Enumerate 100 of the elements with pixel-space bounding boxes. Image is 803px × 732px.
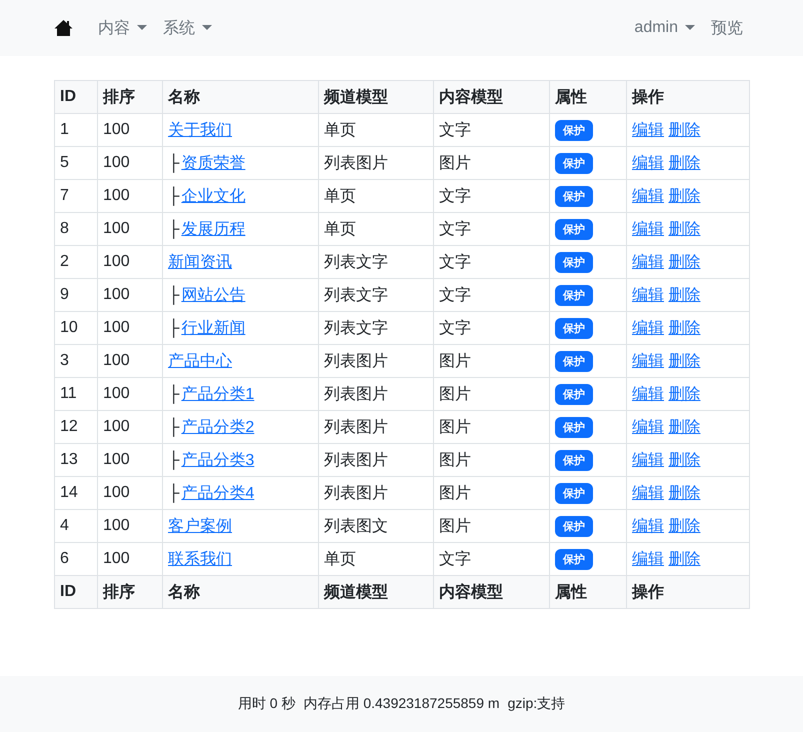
content-model-cell: 文字 [434,278,550,312]
channel-model-cell: 列表图片 [318,344,434,378]
channel-link[interactable]: 行业新闻 [181,320,246,336]
sort-cell: 100 [98,180,162,212]
column-header: 排序 [98,576,162,608]
content-model-cell: 文字 [434,180,550,212]
tree-branch-mark: ├ [168,220,180,238]
channel-link[interactable]: 产品分类1 [181,386,254,402]
edit-link[interactable]: 编辑 [632,550,664,568]
channel-link[interactable]: 产品分类3 [181,452,254,468]
dropdown-menu[interactable]: 系统 [163,18,228,38]
tree-branch-mark: ├ [168,188,180,204]
channel-model-cell: 列表图片 [318,476,434,510]
sort-cell: 100 [98,444,162,476]
nav-link[interactable]: 预览 [711,18,751,38]
tree-branch-mark: ├ [168,452,180,468]
status-text: 用时 0 秒 [238,695,296,713]
tree-branch-mark: ├ [168,484,180,502]
delete-link[interactable]: 删除 [668,220,700,238]
edit-link[interactable]: 编辑 [632,254,664,270]
id-cell: 2 [54,246,98,278]
channel-link[interactable]: 网站公告 [181,286,246,304]
id-cell: 11 [54,378,98,410]
protected-badge: 保护 [555,516,593,536]
delete-link[interactable]: 删除 [668,452,700,468]
dropdown-menu[interactable]: admin [634,18,711,38]
protected-badge: 保护 [555,416,593,438]
channel-link[interactable]: 产品分类2 [181,418,254,436]
edit-link[interactable]: 编辑 [632,452,664,468]
protected-badge: 保护 [555,284,593,306]
sort-cell: 100 [98,146,162,180]
column-header: 内容模型 [434,80,550,114]
protected-badge: 保护 [555,252,593,272]
channel-model-cell: 单页 [318,212,434,246]
delete-link[interactable]: 删除 [668,418,700,436]
edit-link[interactable]: 编辑 [632,154,664,172]
content-model-cell: 图片 [434,344,550,378]
channel-model-cell: 单页 [318,114,434,146]
content-model-cell: 图片 [434,410,550,444]
delete-link[interactable]: 删除 [668,286,700,304]
protected-badge: 保护 [555,218,593,240]
delete-link[interactable]: 删除 [668,188,700,204]
channel-link[interactable]: 资质荣誉 [181,154,246,172]
edit-link[interactable]: 编辑 [632,518,664,534]
protected-badge: 保护 [555,548,593,570]
delete-link[interactable]: 删除 [668,122,700,138]
column-header: 频道模型 [318,576,434,608]
edit-link[interactable]: 编辑 [632,418,664,436]
id-cell: 4 [54,510,98,542]
content-model-cell: 图片 [434,378,550,410]
tree-branch-mark: ├ [168,386,180,402]
edit-link[interactable]: 编辑 [632,484,664,502]
sort-cell: 100 [98,114,162,146]
column-header: 名称 [162,80,318,114]
edit-link[interactable]: 编辑 [632,220,664,238]
id-cell: 3 [54,344,98,378]
edit-link[interactable]: 编辑 [632,188,664,204]
id-cell: 12 [54,410,98,444]
tree-branch-mark: ├ [168,418,180,436]
protected-badge: 保护 [555,350,593,372]
delete-link[interactable]: 删除 [668,352,700,370]
sort-cell: 100 [98,378,162,410]
edit-link[interactable]: 编辑 [632,122,664,138]
channel-model-cell: 列表图片 [318,410,434,444]
content-model-cell: 文字 [434,312,550,344]
protected-badge: 保护 [555,152,593,174]
protected-badge: 保护 [555,318,593,338]
edit-link[interactable]: 编辑 [632,320,664,336]
home-icon[interactable] [54,19,73,37]
sort-cell: 100 [98,476,162,510]
content-model-cell: 图片 [434,476,550,510]
channel-link[interactable]: 产品分类4 [181,484,254,502]
delete-link[interactable]: 删除 [668,550,700,568]
channel-link[interactable]: 发展历程 [181,220,246,238]
protected-badge: 保护 [555,482,593,504]
channel-model-cell: 列表图片 [318,146,434,180]
column-header: 内容模型 [434,576,550,608]
delete-link[interactable]: 删除 [668,154,700,172]
channel-model-cell: 列表文字 [318,246,434,278]
column-header: 频道模型 [318,80,434,114]
channel-model-cell: 列表图片 [318,444,434,476]
channel-model-cell: 列表文字 [318,312,434,344]
channel-model-cell: 单页 [318,180,434,212]
content-model-cell: 图片 [434,444,550,476]
dropdown-menu[interactable]: 内容 [98,18,163,38]
delete-link[interactable]: 删除 [668,518,700,534]
channel-link[interactable]: 企业文化 [181,188,246,204]
edit-link[interactable]: 编辑 [632,352,664,370]
sort-cell: 100 [98,212,162,246]
id-cell: 5 [54,146,98,180]
tree-branch-mark: ├ [168,286,180,304]
edit-link[interactable]: 编辑 [632,286,664,304]
channel-model-cell: 列表图片 [318,378,434,410]
sort-cell: 100 [98,410,162,444]
edit-link[interactable]: 编辑 [632,386,664,402]
delete-link[interactable]: 删除 [668,484,700,502]
delete-link[interactable]: 删除 [668,320,700,336]
protected-badge: 保护 [555,384,593,404]
delete-link[interactable]: 删除 [668,254,700,270]
delete-link[interactable]: 删除 [668,386,700,402]
